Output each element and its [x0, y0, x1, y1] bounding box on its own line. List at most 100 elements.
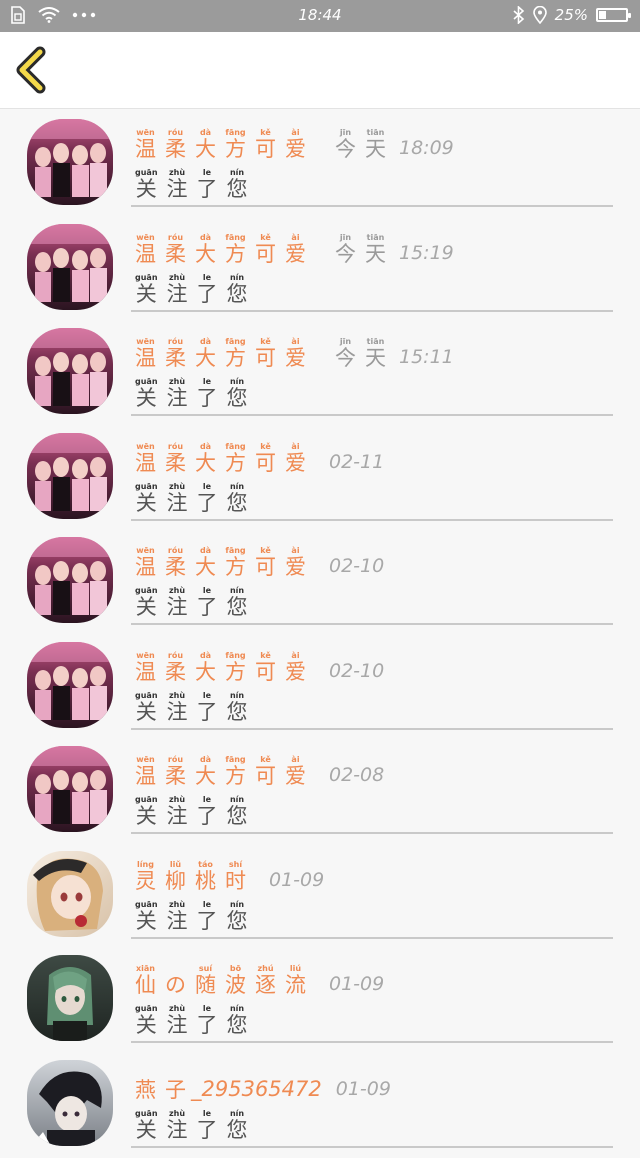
group-photo-avatar[interactable] — [27, 746, 113, 832]
hanzi-character: 您 — [227, 1015, 248, 1036]
hanzi-character: 温 — [135, 453, 156, 474]
username[interactable]: wēn温róu柔dà大fāng方kě可ài爱 — [135, 652, 315, 683]
timestamp: 01-09 — [329, 973, 384, 995]
username[interactable]: 燕子 — [135, 1070, 195, 1101]
notification-item[interactable]: wēn温róu柔dà大fāng方kě可ài爱jīn今tiān天15:19guān… — [0, 218, 640, 323]
group-photo-avatar[interactable] — [27, 433, 113, 519]
hanzi-character: 方 — [225, 766, 246, 787]
time-prefix-char: jīn今 — [335, 338, 356, 369]
notification-item[interactable]: wēn温róu柔dà大fāng方kě可ài爱jīn今tiān天18:09guān… — [0, 113, 640, 218]
username[interactable]: wēn温róu柔dà大fāng方kě可ài爱 — [135, 443, 315, 474]
hanzi-character: 关 — [136, 284, 157, 305]
username-char: róu柔 — [165, 652, 186, 683]
hanzi-character: 关 — [136, 1120, 157, 1141]
hanzi-character: 今 — [335, 139, 356, 160]
followed-you-text: guān关zhù注le了nín您 — [135, 483, 257, 514]
username[interactable]: xiān仙のsuí随bō波zhú逐liú流 — [135, 965, 315, 996]
username-char: fāng方 — [225, 234, 246, 265]
hanzi-character: 爱 — [285, 662, 306, 683]
username-char: dà大 — [195, 234, 216, 265]
hanzi-character: 天 — [365, 139, 386, 160]
notification-item[interactable]: wēn温róu柔dà大fāng方kě可ài爱jīn今tiān天15:11guān… — [0, 322, 640, 427]
group-photo-avatar[interactable] — [27, 642, 113, 728]
notification-item[interactable]: líng灵liǔ柳táo桃shí时01-09guān关zhù注le了nín您 — [0, 845, 640, 950]
notification-item[interactable]: wēn温róu柔dà大fāng方kě可ài爱02-10guān关zhù注le了n… — [0, 636, 640, 741]
username-char: ài爱 — [285, 443, 306, 474]
username[interactable]: wēn温róu柔dà大fāng方kě可ài爱 — [135, 129, 315, 160]
hanzi-character: 关 — [136, 806, 157, 827]
hanzi-character: 大 — [195, 662, 216, 683]
group-photo-avatar[interactable] — [27, 537, 113, 623]
hanzi-character: 仙 — [135, 975, 156, 996]
hanzi-character: 方 — [225, 453, 246, 474]
hanzi-character: 爱 — [285, 453, 306, 474]
location-icon — [533, 6, 547, 24]
notification-item[interactable]: wēn温róu柔dà大fāng方kě可ài爱02-11guān关zhù注le了n… — [0, 427, 640, 532]
action-char: zhù注 — [167, 901, 188, 932]
group-photo-avatar[interactable] — [27, 328, 113, 414]
action-char: le了 — [197, 483, 218, 514]
hanzi-character: 爱 — [285, 766, 306, 787]
anime-boy-avatar[interactable] — [27, 1060, 113, 1146]
hanzi-character: 天 — [365, 348, 386, 369]
back-button[interactable] — [12, 46, 56, 94]
notification-item[interactable]: xiān仙のsuí随bō波zhú逐liú流01-09guān关zhù注le了ní… — [0, 949, 640, 1054]
follower-notification-list: wēn温róu柔dà大fāng方kě可ài爱jīn今tiān天18:09guān… — [0, 113, 640, 1158]
hanzi-character: 温 — [135, 662, 156, 683]
followed-you-text: guān关zhù注le了nín您 — [135, 1110, 257, 1141]
anime-green-hair-avatar[interactable] — [27, 955, 113, 1041]
anime-girl-avatar[interactable] — [27, 851, 113, 937]
hanzi-character: 爱 — [285, 557, 306, 578]
hanzi-character: 爱 — [285, 244, 306, 265]
hanzi-character: 注 — [167, 702, 188, 723]
hanzi-character: 大 — [195, 348, 216, 369]
hanzi-character: 注 — [167, 493, 188, 514]
username-suffix[interactable]: _295365472 — [191, 1077, 322, 1101]
hanzi-character: 今 — [335, 348, 356, 369]
action-char: nín您 — [227, 483, 248, 514]
hanzi-character: 关 — [136, 702, 157, 723]
username[interactable]: líng灵liǔ柳táo桃shí时 — [135, 861, 255, 892]
action-char: le了 — [197, 901, 218, 932]
followed-you-text: guān关zhù注le了nín您 — [135, 692, 257, 723]
username-char: fāng方 — [225, 338, 246, 369]
action-char: guān关 — [135, 378, 158, 409]
action-line: guān关zhù注le了nín您 — [135, 483, 257, 514]
hanzi-character: 温 — [135, 766, 156, 787]
notification-item[interactable]: 燕子_29536547201-09guān关zhù注le了nín您 — [0, 1054, 640, 1158]
followed-you-text: guān关zhù注le了nín您 — [135, 169, 257, 200]
hanzi-character: 注 — [167, 597, 188, 618]
hanzi-character: 温 — [135, 348, 156, 369]
hanzi-character: 注 — [167, 179, 188, 200]
username-char: kě可 — [255, 652, 276, 683]
user-line: wēn温róu柔dà大fāng方kě可ài爱02-10 — [135, 547, 384, 578]
group-photo-avatar[interactable] — [27, 224, 113, 310]
notification-item[interactable]: wēn温róu柔dà大fāng方kě可ài爱02-10guān关zhù注le了n… — [0, 531, 640, 636]
username-char: 燕 — [135, 1070, 156, 1101]
battery-icon — [596, 8, 628, 22]
username-char: róu柔 — [165, 443, 186, 474]
action-char: nín您 — [227, 796, 248, 827]
action-char: zhù注 — [167, 692, 188, 723]
notification-item[interactable]: wēn温róu柔dà大fāng方kě可ài爱02-08guān关zhù注le了n… — [0, 740, 640, 845]
action-char: guān关 — [135, 796, 158, 827]
username-char: suí随 — [195, 965, 216, 996]
action-char: nín您 — [227, 692, 248, 723]
status-bar: 18:44 25% — [0, 0, 640, 32]
hanzi-character: 注 — [167, 1015, 188, 1036]
action-char: le了 — [197, 169, 218, 200]
time-prefix-char: jīn今 — [335, 234, 356, 265]
action-char: nín您 — [227, 274, 248, 305]
username[interactable]: wēn温róu柔dà大fāng方kě可ài爱 — [135, 234, 315, 265]
hanzi-character: の — [165, 975, 186, 996]
user-line: wēn温róu柔dà大fāng方kě可ài爱02-11 — [135, 443, 384, 474]
group-photo-avatar[interactable] — [27, 119, 113, 205]
username-char: ài爱 — [285, 652, 306, 683]
username-char: dà大 — [195, 652, 216, 683]
action-line: guān关zhù注le了nín您 — [135, 169, 257, 200]
username[interactable]: wēn温róu柔dà大fāng方kě可ài爱 — [135, 756, 315, 787]
action-char: nín您 — [227, 378, 248, 409]
hanzi-character: 时 — [225, 871, 246, 892]
username[interactable]: wēn温róu柔dà大fāng方kě可ài爱 — [135, 547, 315, 578]
username[interactable]: wēn温róu柔dà大fāng方kě可ài爱 — [135, 338, 315, 369]
